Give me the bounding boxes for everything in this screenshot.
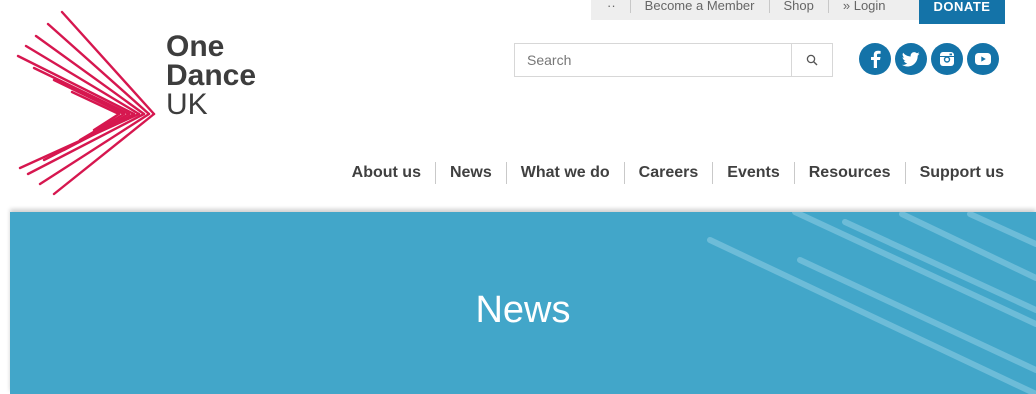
page-title: News: [475, 289, 571, 331]
hero-banner: News: [10, 212, 1036, 394]
twitter-link[interactable]: [895, 43, 927, 75]
youtube-link[interactable]: [967, 43, 999, 75]
become-member-link[interactable]: Become a Member: [629, 0, 769, 13]
instagram-icon: [940, 52, 954, 66]
main-navigation: About us News What we do Careers Events …: [352, 162, 1004, 184]
facebook-link[interactable]: [859, 43, 891, 75]
logo-line-uk: UK: [166, 88, 208, 121]
search-button[interactable]: [791, 44, 832, 76]
nav-item-careers[interactable]: Careers: [623, 162, 713, 184]
nav-item-support-us[interactable]: Support us: [904, 162, 1004, 184]
search-input[interactable]: [515, 44, 791, 76]
utility-link-more[interactable]: ··: [591, 0, 630, 13]
shop-link[interactable]: Shop: [768, 0, 828, 13]
nav-item-resources[interactable]: Resources: [793, 162, 905, 184]
nav-item-about-us[interactable]: About us: [352, 162, 435, 184]
instagram-link[interactable]: [931, 43, 963, 75]
nav-item-news[interactable]: News: [434, 162, 506, 184]
donate-button[interactable]: DONATE: [919, 0, 1005, 24]
logo-wordmark[interactable]: One Dance UK: [166, 30, 257, 121]
twitter-icon: [902, 51, 920, 66]
logo-mark-icon[interactable]: [14, 10, 160, 196]
search-icon: [806, 54, 818, 66]
logo-line-dance: Dance: [166, 59, 257, 92]
logo-line-one: One: [166, 30, 225, 63]
nav-item-events[interactable]: Events: [712, 162, 793, 184]
login-link[interactable]: » Login: [827, 0, 900, 13]
utility-bar: ·· Become a Member Shop » Login DONATE: [591, 0, 1005, 24]
search-box: [514, 43, 833, 77]
nav-item-what-we-do[interactable]: What we do: [505, 162, 624, 184]
social-links: [859, 43, 999, 75]
youtube-icon: [975, 53, 991, 65]
facebook-icon: [871, 50, 881, 68]
